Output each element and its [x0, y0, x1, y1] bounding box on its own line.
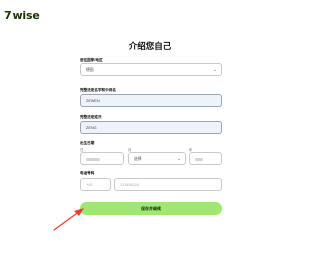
redacted-value [86, 157, 100, 161]
dob-day-input[interactable] [80, 152, 124, 165]
first-name-value: ZEWEN [86, 99, 100, 103]
dob-month-value: 选择 [134, 157, 142, 161]
dob-year-input[interactable] [189, 152, 222, 165]
phone-code-placeholder: +49 [86, 183, 93, 187]
phone-label: 电话号码 [80, 171, 95, 175]
annotation-arrow-icon [53, 208, 84, 231]
dob-month-select[interactable]: 选择 ⌄ [128, 152, 186, 165]
phone-number-placeholder: 123455224 [120, 183, 140, 187]
first-name-input[interactable]: ZEWEN [80, 94, 222, 107]
wise-logo: 7wise [4, 9, 40, 22]
last-name-label: 完整法定姓氏 [80, 115, 102, 119]
country-value: 德国 [86, 68, 94, 72]
first-name-label: 完整法定名字和中间名 [80, 88, 116, 92]
phone-country-code-input[interactable]: +49 [80, 178, 111, 191]
last-name-value: ZENG [86, 126, 97, 130]
logo-text: wise [12, 9, 40, 22]
country-select[interactable]: 德国 ⌄ [80, 63, 222, 76]
redacted-value [195, 157, 203, 161]
chevron-down-icon: ⌄ [176, 156, 181, 162]
chevron-down-icon: ⌄ [212, 67, 217, 73]
page-title: 介绍您自己 [128, 41, 172, 51]
save-continue-button[interactable]: 保存并继续 [80, 202, 222, 215]
dob-label: 出生日期 [80, 141, 95, 145]
last-name-input[interactable]: ZENG [80, 121, 222, 134]
phone-number-input[interactable]: 123455224 [114, 178, 222, 191]
wise-flag-icon: 7 [4, 9, 12, 22]
